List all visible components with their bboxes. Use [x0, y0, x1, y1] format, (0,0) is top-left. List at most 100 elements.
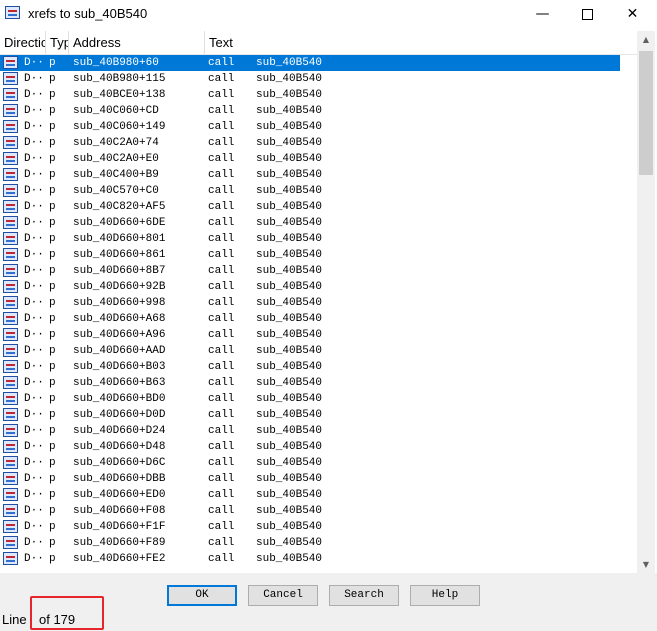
maximize-button[interactable] — [565, 0, 610, 28]
row-direction: D··· — [24, 457, 46, 469]
xref-row-icon — [3, 392, 19, 406]
table-row[interactable]: D···p sub_40D660+B03 call sub_40B540 — [0, 359, 620, 375]
column-header-type[interactable]: Type — [46, 31, 69, 54]
table-row[interactable]: D···p sub_40B980+60 call sub_40B540 — [0, 55, 620, 71]
table-row[interactable]: D···p sub_40D660+ED0 call sub_40B540 — [0, 487, 620, 503]
table-row[interactable]: D···p sub_40C570+C0 call sub_40B540 — [0, 183, 620, 199]
title-bar[interactable]: xrefs to sub_40B540 — ✕ — [0, 0, 657, 28]
row-direction: D··· — [24, 393, 46, 405]
xrefs-list[interactable]: Direction Type Address Text D···psub_40B… — [0, 31, 637, 573]
table-row[interactable]: D···p sub_40C400+B9 call sub_40B540 — [0, 167, 620, 183]
table-row[interactable]: D···p sub_40D660+8B7 call sub_40B540 — [0, 263, 620, 279]
row-type: p — [49, 521, 56, 533]
row-target: sub_40B540 — [256, 521, 323, 533]
row-instruction: call — [208, 361, 235, 373]
xref-row-icon — [3, 72, 19, 86]
row-instruction: call — [208, 313, 235, 325]
minimize-button[interactable]: — — [520, 0, 565, 28]
scroll-down-icon[interactable]: ▼ — [637, 556, 655, 573]
table-row[interactable]: D···p sub_40D660+D6C call sub_40B540 — [0, 455, 620, 471]
row-instruction: call — [208, 377, 235, 389]
table-row[interactable]: D···p sub_40D660+B63 call sub_40B540 — [0, 375, 620, 391]
xref-icon — [3, 312, 18, 325]
close-button[interactable]: ✕ — [610, 0, 655, 28]
ok-button[interactable]: OK — [167, 585, 237, 606]
row-type: p — [49, 249, 56, 261]
xref-icon — [3, 72, 18, 85]
row-type: p — [49, 537, 56, 549]
table-row[interactable]: D···p sub_40D660+F08 call sub_40B540 — [0, 503, 620, 519]
search-button[interactable]: Search — [329, 585, 399, 606]
table-row[interactable]: D···p sub_40C2A0+74 call sub_40B540 — [0, 135, 620, 151]
column-header-address[interactable]: Address — [69, 31, 205, 54]
table-row[interactable]: D···p sub_40D660+AAD call sub_40B540 — [0, 343, 620, 359]
row-type: p — [49, 89, 56, 101]
table-row[interactable]: D···p sub_40D660+D0D call sub_40B540 — [0, 407, 620, 423]
scrollbar-thumb[interactable] — [639, 51, 653, 175]
row-instruction: call — [208, 169, 235, 181]
xref-icon — [3, 328, 18, 341]
table-row[interactable]: D···p sub_40D660+861 call sub_40B540 — [0, 247, 620, 263]
table-row[interactable]: D···p sub_40D660+F89 call sub_40B540 — [0, 535, 620, 551]
row-type: p — [49, 409, 56, 421]
table-row[interactable]: D···p sub_40C060+CD call sub_40B540 — [0, 103, 620, 119]
table-row[interactable]: D···p sub_40D660+F1F call sub_40B540 — [0, 519, 620, 535]
row-target: sub_40B540 — [256, 409, 323, 421]
table-row[interactable]: D···p sub_40D660+BD0 call sub_40B540 — [0, 391, 620, 407]
table-row[interactable]: D···p sub_40C820+AF5 call sub_40B540 — [0, 199, 620, 215]
row-direction: D··· — [24, 521, 46, 533]
table-row[interactable]: D···p sub_40D660+DBB call sub_40B540 — [0, 471, 620, 487]
xref-icon — [3, 104, 18, 117]
table-row[interactable]: D···p sub_40D660+801 call sub_40B540 — [0, 231, 620, 247]
table-row[interactable]: D···p sub_40D660+A96 call sub_40B540 — [0, 327, 620, 343]
row-type: p — [49, 553, 56, 565]
help-button[interactable]: Help — [410, 585, 480, 606]
table-row[interactable]: D···p sub_40BCE0+138 call sub_40B540 — [0, 87, 620, 103]
row-target: sub_40B540 — [256, 297, 323, 309]
column-header-text[interactable]: Text — [205, 31, 637, 54]
xref-row-icon — [3, 472, 19, 486]
xref-icon — [3, 280, 18, 293]
xref-row-icon — [3, 536, 19, 550]
xref-icon — [3, 424, 18, 437]
xref-icon — [3, 456, 18, 469]
table-row[interactable]: D···p sub_40D660+D48 call sub_40B540 — [0, 439, 620, 455]
row-address: sub_40D660+998 — [73, 297, 166, 309]
row-target: sub_40B540 — [256, 249, 323, 261]
table-row[interactable]: D···p sub_40D660+92B call sub_40B540 — [0, 279, 620, 295]
row-direction: D··· — [24, 265, 46, 277]
row-direction: D··· — [24, 153, 46, 165]
table-row[interactable]: D···p sub_40B980+115 call sub_40B540 — [0, 71, 620, 87]
xref-icon — [3, 168, 18, 181]
xref-row-icon — [3, 488, 19, 502]
table-row[interactable]: D···p sub_40C060+149 call sub_40B540 — [0, 119, 620, 135]
row-type: p — [49, 425, 56, 437]
xref-row-icon — [3, 200, 19, 214]
table-row[interactable]: D···p sub_40D660+998 call sub_40B540 — [0, 295, 620, 311]
row-address: sub_40D660+F1F — [73, 521, 166, 533]
row-target: sub_40B540 — [256, 489, 323, 501]
vertical-scrollbar[interactable]: ▲ ▼ — [637, 31, 655, 573]
row-instruction: call — [208, 393, 235, 405]
table-row[interactable]: D···p sub_40C2A0+E0 call sub_40B540 — [0, 151, 620, 167]
row-target: sub_40B540 — [256, 89, 323, 101]
table-row[interactable]: D···p sub_40D660+6DE call sub_40B540 — [0, 215, 620, 231]
table-row[interactable]: D···p sub_40D660+A68 call sub_40B540 — [0, 311, 620, 327]
row-instruction: call — [208, 153, 235, 165]
cancel-button[interactable]: Cancel — [248, 585, 318, 606]
xref-row-icon — [3, 376, 19, 390]
row-target: sub_40B540 — [256, 153, 323, 165]
row-target: sub_40B540 — [256, 553, 323, 565]
column-header-direction[interactable]: Direction — [0, 31, 46, 54]
row-type: p — [49, 281, 56, 293]
row-address: sub_40D660+BD0 — [73, 393, 166, 405]
button-bar: OK Cancel Search Help Line of 179 — [0, 573, 657, 631]
scroll-up-icon[interactable]: ▲ — [637, 31, 655, 48]
xref-row-icon — [3, 136, 19, 150]
table-row[interactable]: D···p sub_40D660+D24 call sub_40B540 — [0, 423, 620, 439]
row-target: sub_40B540 — [256, 425, 323, 437]
xref-icon — [3, 88, 18, 101]
table-row[interactable]: D···p sub_40D660+FE2 call sub_40B540 — [0, 551, 620, 567]
row-instruction: call — [208, 73, 235, 85]
annotation-highlight-box — [30, 596, 104, 630]
